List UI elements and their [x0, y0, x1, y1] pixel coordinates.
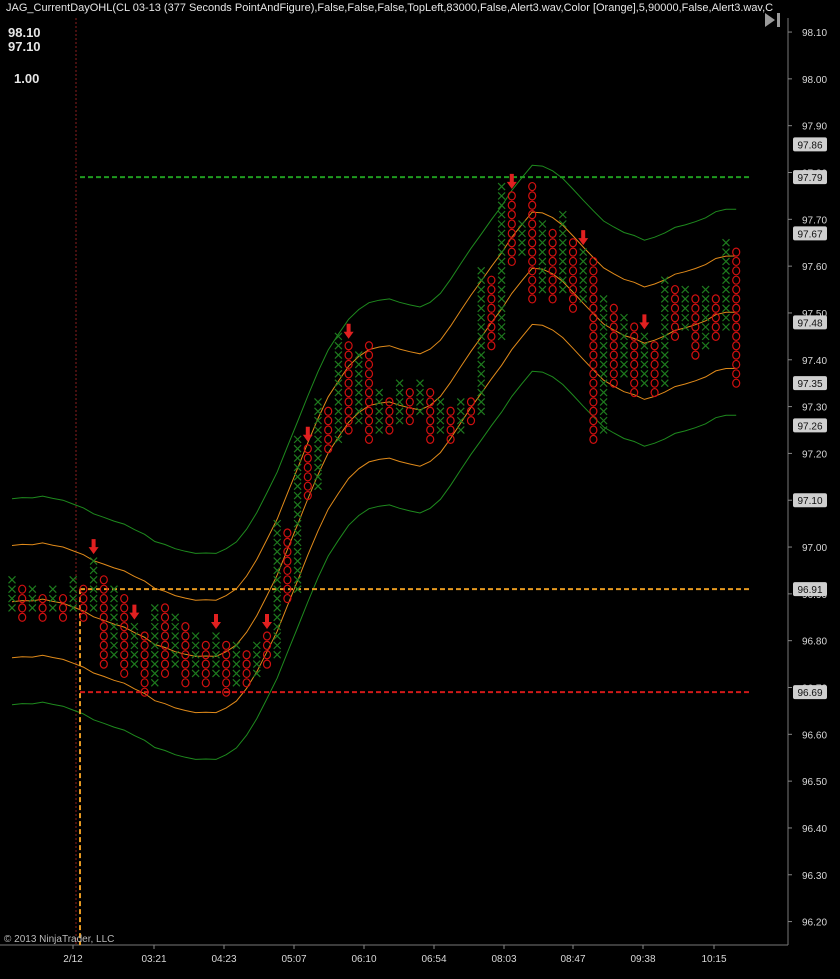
x-tick-label: 08:03 — [491, 954, 516, 965]
copyright-notice: © 2013 NinjaTrader, LLC — [4, 934, 115, 945]
y-tick-label: 97.70 — [802, 215, 827, 226]
price-tag-label: 97.26 — [797, 421, 822, 432]
y-tick-label: 96.30 — [802, 871, 827, 882]
price-tag-label: 97.35 — [797, 379, 822, 390]
y-tick-label: 97.60 — [802, 262, 827, 273]
y-tick-label: 97.20 — [802, 449, 827, 460]
y-tick-label: 97.30 — [802, 403, 827, 414]
price-tag-label: 97.79 — [797, 173, 822, 184]
day-low-value: 97.10 — [8, 39, 41, 54]
day-high-value: 98.10 — [8, 25, 41, 40]
x-tick-label: 08:47 — [560, 954, 585, 965]
indicator-label: JAG_CurrentDayOHL(CL 03-13 (377 Seconds … — [6, 2, 774, 14]
x-tick-label: 03:21 — [141, 954, 166, 965]
y-tick-label: 97.90 — [802, 122, 827, 133]
skip-forward-icon[interactable] — [762, 10, 784, 30]
price-tag-label: 97.10 — [797, 496, 822, 507]
x-tick-label: 09:38 — [630, 954, 655, 965]
ratio-value: 1.00 — [14, 71, 40, 86]
price-tag-label: 97.67 — [797, 229, 822, 240]
y-tick-label: 96.80 — [802, 637, 827, 648]
y-tick-label: 96.40 — [802, 824, 827, 835]
chart-background — [0, 0, 840, 974]
y-tick-label: 96.60 — [802, 730, 827, 741]
y-tick-label: 96.50 — [802, 777, 827, 788]
x-tick-label: 06:54 — [421, 954, 446, 965]
price-tag-label: 97.86 — [797, 140, 822, 151]
x-tick-label: 05:07 — [281, 954, 306, 965]
y-tick-label: 96.20 — [802, 918, 827, 929]
y-tick-label: 97.40 — [802, 356, 827, 367]
y-tick-label: 98.00 — [802, 75, 827, 86]
price-tag-label: 97.48 — [797, 318, 822, 329]
chart-window: 98.1098.0097.9097.8097.7097.6097.5097.40… — [0, 0, 840, 974]
x-tick-label: 2/12 — [63, 954, 83, 965]
y-tick-label: 97.00 — [802, 543, 827, 554]
pnf-chart: 98.1098.0097.9097.8097.7097.6097.5097.40… — [0, 0, 840, 974]
price-tag-label: 96.91 — [797, 585, 822, 596]
x-tick-label: 06:10 — [351, 954, 376, 965]
price-tag-label: 96.69 — [797, 688, 822, 699]
x-tick-label: 04:23 — [211, 954, 236, 965]
y-tick-label: 98.10 — [802, 28, 827, 39]
x-tick-label: 10:15 — [701, 954, 726, 965]
